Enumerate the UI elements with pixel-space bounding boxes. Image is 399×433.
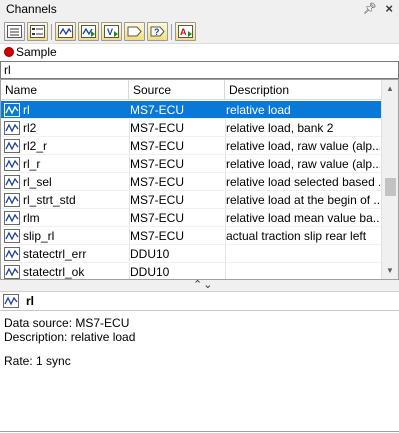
detail-pane: rl Data source: MS7-ECU Description: rel…	[0, 292, 399, 433]
toolbar-separator	[51, 24, 52, 40]
signal-icon	[4, 229, 20, 243]
cell-name: slip_rl	[23, 229, 55, 243]
cell-name: rl	[23, 103, 30, 117]
signal-icon	[4, 121, 20, 135]
signal-icon	[4, 193, 20, 207]
toolbar: V ? A	[0, 20, 399, 44]
table-row[interactable]: rlm MS7-ECU relative load mean value ba...	[1, 209, 382, 227]
text-button[interactable]: A	[175, 22, 196, 41]
view-list-button[interactable]	[4, 22, 25, 41]
value-button[interactable]: V	[101, 22, 122, 41]
cell-description: relative load	[226, 103, 291, 117]
cell-description: relative load mean value ba...	[226, 211, 380, 225]
detail-header: rl	[0, 292, 399, 311]
signal-icon	[4, 265, 20, 279]
cell-description: relative load, bank 2	[226, 121, 334, 135]
cell-name: rl_r	[23, 157, 41, 171]
text-icon: A	[178, 25, 193, 38]
cell-description	[226, 263, 380, 279]
status-dot-icon	[4, 47, 14, 57]
svg-text:?: ?	[154, 27, 160, 37]
close-icon[interactable]: ×	[385, 1, 393, 16]
help-icon: ?	[150, 26, 165, 37]
table-row[interactable]: statectrl_ok DDU10	[1, 263, 382, 279]
signal-icon	[4, 139, 20, 153]
tag-button[interactable]	[124, 22, 145, 41]
cell-source: MS7-ECU	[130, 103, 185, 117]
signal-icon	[58, 25, 73, 38]
signal-icon	[4, 211, 20, 225]
detail-data-source: Data source: MS7-ECU	[4, 316, 130, 330]
table-row[interactable]: rl_sel MS7-ECU relative load selected base…	[1, 173, 382, 191]
tag-icon	[127, 26, 142, 37]
cell-description: relative load, raw value (alp...	[226, 157, 380, 171]
table-row[interactable]: rl_strt_std MS7-ECU relative load at the b…	[1, 191, 382, 209]
vertical-scrollbar[interactable]: ▲ ▼	[381, 80, 398, 279]
signal-icon	[4, 103, 20, 117]
cell-source: MS7-ECU	[130, 193, 185, 207]
cell-name: rlm	[23, 211, 40, 225]
scroll-up-icon[interactable]: ▲	[382, 80, 398, 97]
cell-name: statectrl_err	[23, 247, 87, 261]
table-row[interactable]: slip_rl MS7-ECU actual traction slip rear …	[1, 227, 382, 245]
cell-source: MS7-ECU	[130, 211, 185, 225]
divider	[0, 431, 399, 432]
detail-description: Description: relative load	[4, 330, 136, 344]
toolbar-separator	[171, 24, 172, 40]
cell-name: rl2_r	[23, 139, 48, 153]
cell-description: actual traction slip rear left	[226, 229, 367, 243]
panel-title: Channels	[6, 2, 57, 16]
value-icon: V	[104, 25, 119, 38]
cell-name: statectrl_ok	[23, 265, 85, 279]
pane-splitter[interactable]: ⌃⌄	[0, 278, 399, 292]
svg-text:A: A	[180, 27, 187, 37]
table-header: Name Source Description	[1, 80, 382, 100]
cell-name: rl_strt_std	[23, 193, 76, 207]
add-signal-button[interactable]	[78, 22, 99, 41]
cell-description	[226, 245, 380, 263]
view-details-button[interactable]	[27, 22, 48, 41]
table-row[interactable]: statectrl_err DDU10	[1, 245, 382, 263]
list-view-icon	[7, 25, 22, 38]
channel-table: Name Source Description rl MS7-ECU relativ…	[0, 79, 399, 280]
table-row[interactable]: rl2 MS7-ECU relative load, bank 2	[1, 119, 382, 137]
cell-name: rl_sel	[23, 175, 52, 189]
column-header-name[interactable]: Name	[1, 80, 129, 100]
cell-description: relative load, raw value (alp...	[226, 139, 380, 153]
signal-icon	[4, 157, 20, 171]
scroll-thumb[interactable]	[385, 178, 396, 196]
table-body: rl MS7-ECU relative load rl2 MS7-ECU relative…	[1, 101, 382, 279]
cell-name: rl2	[23, 121, 37, 135]
column-header-source[interactable]: Source	[129, 80, 225, 100]
source-label: Sample	[16, 45, 57, 59]
signal-icon	[3, 294, 19, 308]
table-row[interactable]: rl MS7-ECU relative load	[1, 101, 382, 119]
signal-icon	[4, 175, 20, 189]
splitter-arrows-icon[interactable]: ⌃⌄	[193, 278, 213, 291]
cell-source: MS7-ECU	[130, 175, 185, 189]
details-view-icon	[30, 25, 45, 38]
detail-channel-name: rl	[26, 294, 35, 308]
detail-rate: Rate: 1 sync	[4, 354, 71, 368]
panel-titlebar: Channels 📌︎ ×	[0, 0, 399, 20]
cell-source: MS7-ECU	[130, 121, 185, 135]
signal-icon	[4, 247, 20, 261]
cell-description: relative load selected based ...	[226, 175, 380, 189]
cell-source: MS7-ECU	[130, 229, 185, 243]
signal-button[interactable]	[55, 22, 76, 41]
pin-icon[interactable]: 📌︎	[363, 2, 377, 15]
svg-text:V: V	[107, 27, 113, 37]
search-input[interactable]	[0, 61, 399, 79]
cell-description: relative load at the begin of ...	[226, 193, 380, 207]
help-button[interactable]: ?	[147, 22, 168, 41]
scroll-down-icon[interactable]: ▼	[382, 262, 398, 279]
cell-source: MS7-ECU	[130, 139, 185, 153]
cell-source: DDU10	[130, 247, 170, 261]
table-row[interactable]: rl2_r MS7-ECU relative load, raw value (al…	[1, 137, 382, 155]
table-row[interactable]: rl_r MS7-ECU relative load, raw value (alp…	[1, 155, 382, 173]
cell-source: MS7-ECU	[130, 157, 185, 171]
column-header-description[interactable]: Description	[225, 80, 382, 100]
signal-add-icon	[81, 25, 96, 38]
source-filter[interactable]: Sample	[0, 44, 399, 60]
